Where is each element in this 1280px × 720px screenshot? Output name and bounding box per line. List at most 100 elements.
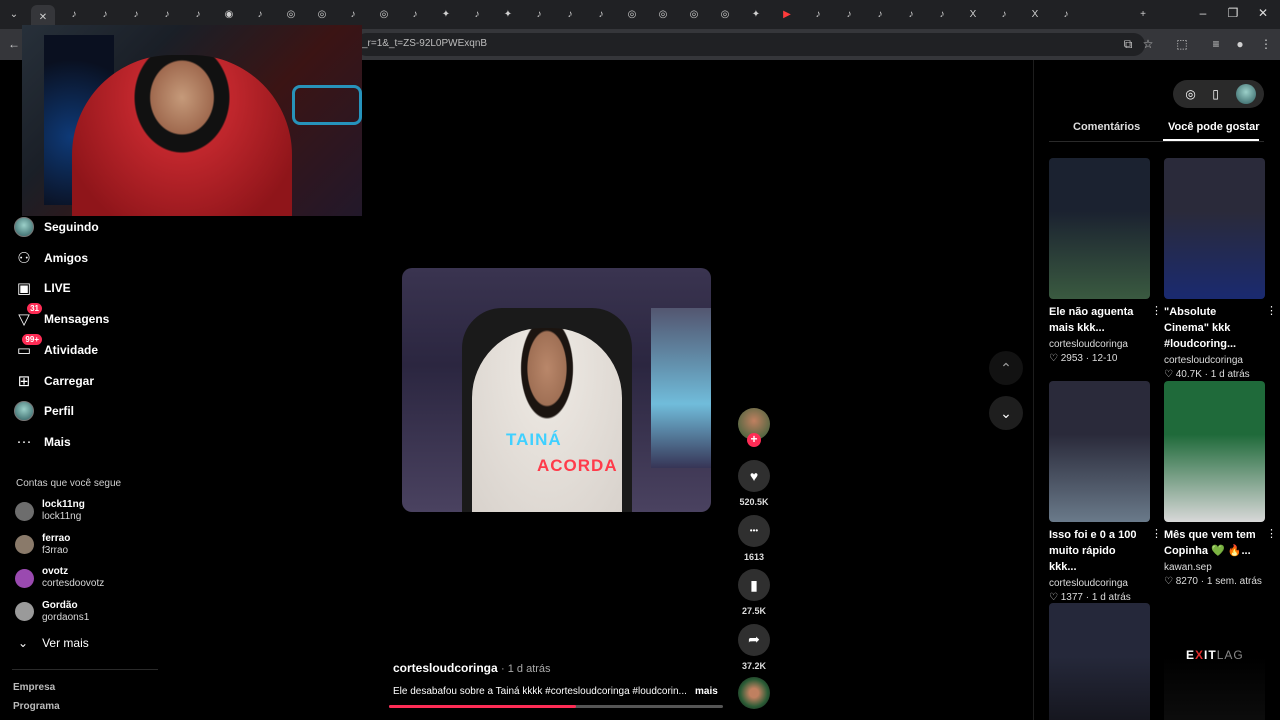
minimize-icon[interactable]: – xyxy=(1188,6,1218,22)
video-author[interactable]: cortesloudcoringa · 1 d atrás xyxy=(393,661,551,675)
tab-search-dropdown-icon[interactable]: ⌄ xyxy=(2,5,26,24)
browser-tab[interactable]: ♪ xyxy=(62,5,86,24)
tab-comments[interactable]: Comentários xyxy=(1073,121,1140,133)
follow-plus-icon[interactable]: + xyxy=(747,433,761,447)
card-menu-icon[interactable]: ⋮ xyxy=(1151,304,1162,317)
browser-tab[interactable]: ♪ xyxy=(93,5,117,24)
card-author[interactable]: cortesloudcoringa xyxy=(1049,578,1150,589)
browser-tab[interactable]: ♪ xyxy=(992,5,1016,24)
browser-tab[interactable]: ♪ xyxy=(837,5,861,24)
browser-tab[interactable]: ✦ xyxy=(496,5,520,24)
bookmark-star-icon[interactable]: ☆ xyxy=(1140,37,1156,53)
following-account[interactable]: ovotz cortesdoovotz xyxy=(15,565,155,591)
user-avatar[interactable] xyxy=(1235,84,1256,104)
back-icon[interactable]: ← xyxy=(6,37,22,53)
browser-tab[interactable]: ✦ xyxy=(744,5,768,24)
browser-tab[interactable]: ◎ xyxy=(310,5,334,24)
sidebar-item-perfil[interactable]: Perfil xyxy=(14,398,164,424)
sidebar-item-live[interactable]: ▣ LIVE xyxy=(14,275,164,301)
card-menu-icon[interactable]: ⋮ xyxy=(1266,527,1277,540)
browser-tab[interactable]: ♪ xyxy=(868,5,892,24)
video-thumbnail[interactable] xyxy=(1164,158,1265,299)
recommended-video-card[interactable]: Isso foi e 0 a 100 muito rápido kkk... ⋮ c… xyxy=(1049,381,1162,603)
video-thumbnail[interactable] xyxy=(1049,158,1150,299)
browser-tab[interactable]: ♪ xyxy=(589,5,613,24)
sidebar-item-seguindo[interactable]: Seguindo xyxy=(14,214,164,240)
card-author[interactable]: kawan.sep xyxy=(1164,562,1265,573)
kebab-menu-icon[interactable]: ⋮ xyxy=(1258,37,1274,53)
previous-video-button[interactable]: ⌃ xyxy=(989,351,1023,385)
card-author[interactable]: cortesloudcoringa xyxy=(1049,339,1150,350)
new-tab-icon[interactable]: + xyxy=(1131,5,1155,24)
author-name[interactable]: cortesloudcoringa xyxy=(393,661,498,675)
browser-tab[interactable]: ♪ xyxy=(248,5,272,24)
recommended-video-card[interactable]: EXITLAG xyxy=(1164,603,1265,720)
like-button[interactable]: ♥ 520.5K xyxy=(738,460,770,507)
browser-tab[interactable]: ♪ xyxy=(341,5,365,24)
following-account[interactable]: Gordão gordaons1 xyxy=(15,599,155,625)
browser-profile-icon[interactable]: ● xyxy=(1232,37,1248,53)
browser-tab[interactable]: ◎ xyxy=(682,5,706,24)
comment-button[interactable]: ••• 1613 xyxy=(738,514,770,562)
browser-tab[interactable]: ♪ xyxy=(558,5,582,24)
extensions-icon[interactable]: ⬚ xyxy=(1174,37,1190,53)
sidebar-item-carregar[interactable]: ⊞ Carregar xyxy=(14,368,164,394)
recommended-video-card[interactable]: Ele não aguenta mais kkk... ⋮ cortesloudco… xyxy=(1049,158,1162,364)
card-title[interactable]: Isso foi e 0 a 100 muito rápido kkk... xyxy=(1049,527,1141,575)
phone-icon[interactable]: ▯ xyxy=(1212,87,1219,101)
card-menu-icon[interactable]: ⋮ xyxy=(1266,304,1277,317)
browser-tab[interactable]: ♪ xyxy=(806,5,830,24)
next-video-button[interactable]: ⌄ xyxy=(989,396,1023,430)
browser-tab[interactable]: ◎ xyxy=(279,5,303,24)
card-author[interactable]: cortesloudcoringa xyxy=(1164,355,1265,366)
video-thumbnail[interactable]: EXITLAG xyxy=(1164,603,1265,720)
video-thumbnail[interactable] xyxy=(1164,381,1265,522)
recommended-video-card[interactable]: "Absolute Cinema" kkk #loudcoring... ⋮ cor… xyxy=(1164,158,1277,380)
save-button[interactable]: ▮ 27.5K xyxy=(738,569,770,616)
card-title[interactable]: "Absolute Cinema" kkk #loudcoring... xyxy=(1164,304,1256,352)
card-title[interactable]: Mês que vem tem Copinha 💚 🔥... xyxy=(1164,527,1256,559)
compass-icon[interactable]: ◎ xyxy=(1185,87,1195,101)
browser-tab[interactable]: ✦ xyxy=(434,5,458,24)
browser-tab[interactable]: ◎ xyxy=(651,5,675,24)
sidebar-item-amigos[interactable]: ⚇ Amigos xyxy=(14,245,164,271)
browser-tab[interactable]: ◎ xyxy=(372,5,396,24)
footer-link-programa[interactable]: Programa xyxy=(13,701,60,712)
see-more-button[interactable]: ⌄ Ver mais xyxy=(18,636,89,650)
sidebar-item-atividade[interactable]: ▭ 99+ Atividade xyxy=(14,333,164,363)
browser-tab[interactable]: ♪ xyxy=(186,5,210,24)
card-menu-icon[interactable]: ⋮ xyxy=(1151,527,1162,540)
browser-tab[interactable]: ◎ xyxy=(620,5,644,24)
video-thumbnail[interactable] xyxy=(1049,603,1150,720)
recommended-video-card[interactable] xyxy=(1049,603,1150,720)
following-account[interactable]: ferrao f3rrao xyxy=(15,532,155,558)
browser-tab[interactable]: ♪ xyxy=(124,5,148,24)
browser-tab[interactable]: ◉ xyxy=(217,5,241,24)
restore-icon[interactable]: ❐ xyxy=(1218,6,1248,22)
browser-tab[interactable]: ♪ xyxy=(930,5,954,24)
description-more-button[interactable]: mais xyxy=(695,686,718,697)
media-icon[interactable]: ≡ xyxy=(1208,37,1224,53)
browser-tab[interactable]: ♪ xyxy=(527,5,551,24)
sidebar-item-mensagens[interactable]: ▽ 31 Mensagens xyxy=(14,303,164,332)
browser-tab[interactable]: ♪ xyxy=(899,5,923,24)
following-account[interactable]: lock11ng lock11ng xyxy=(15,498,155,524)
browser-tab[interactable]: ♪ xyxy=(403,5,427,24)
browser-tab[interactable]: ◎ xyxy=(713,5,737,24)
browser-tab[interactable]: ♪ xyxy=(1054,5,1078,24)
tab-you-may-like[interactable]: Você pode gostar xyxy=(1168,121,1259,133)
browser-tab[interactable]: X xyxy=(1023,5,1047,24)
video-player[interactable]: TAINÁ ACORDA xyxy=(402,268,711,512)
card-title[interactable]: Ele não aguenta mais kkk... xyxy=(1049,304,1141,336)
browser-tab[interactable]: ♪ xyxy=(155,5,179,24)
sound-disc-icon[interactable] xyxy=(738,677,770,709)
close-window-icon[interactable]: ✕ xyxy=(1248,6,1278,22)
sidebar-item-mais[interactable]: ··· Mais xyxy=(14,429,164,455)
browser-tab[interactable]: ♪ xyxy=(465,5,489,24)
video-progress-bar[interactable] xyxy=(389,705,723,708)
cast-icon[interactable]: ⧉ xyxy=(1120,37,1136,53)
share-button[interactable]: ➦ 37.2K xyxy=(738,623,770,671)
recommended-video-card[interactable]: Mês que vem tem Copinha 💚 🔥... ⋮ kawan.sep… xyxy=(1164,381,1277,587)
video-thumbnail[interactable] xyxy=(1049,381,1150,522)
browser-tab[interactable]: X xyxy=(961,5,985,24)
